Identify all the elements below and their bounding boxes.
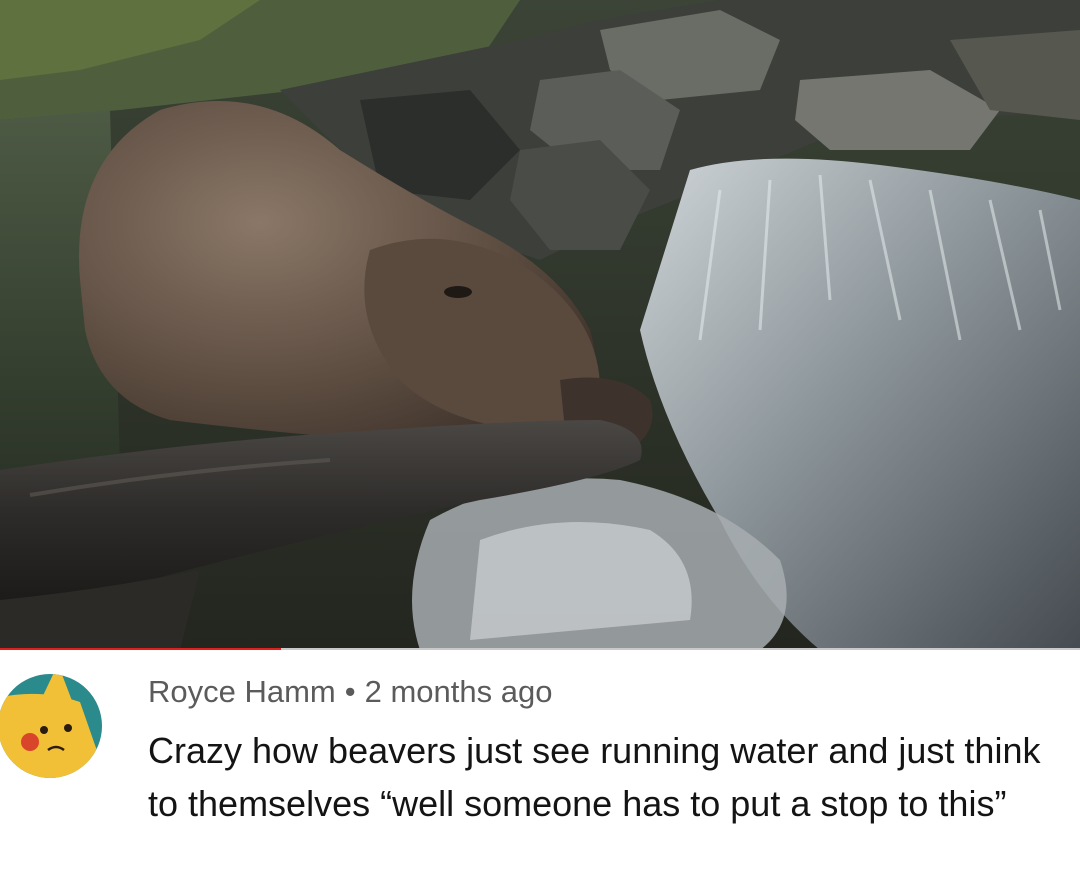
comment: Royce Hamm • 2 months ago Crazy how beaver…: [0, 654, 1080, 894]
video-progress-fill: [0, 648, 281, 650]
comment-author[interactable]: Royce Hamm: [148, 674, 336, 709]
video-frame[interactable]: [0, 0, 1080, 650]
comment-timestamp[interactable]: 2 months ago: [365, 674, 553, 709]
pikachu-avatar-icon[interactable]: [0, 668, 102, 784]
meta-separator: •: [344, 674, 356, 709]
beaver-waterfall-image: [0, 0, 1080, 650]
comment-text: Crazy how beavers just see running water…: [148, 730, 1041, 824]
comment-meta: Royce Hamm • 2 months ago: [148, 674, 552, 710]
meme-screenshot: Royce Hamm • 2 months ago Crazy how beaver…: [0, 0, 1080, 894]
video-progress-bar[interactable]: [0, 648, 1080, 650]
